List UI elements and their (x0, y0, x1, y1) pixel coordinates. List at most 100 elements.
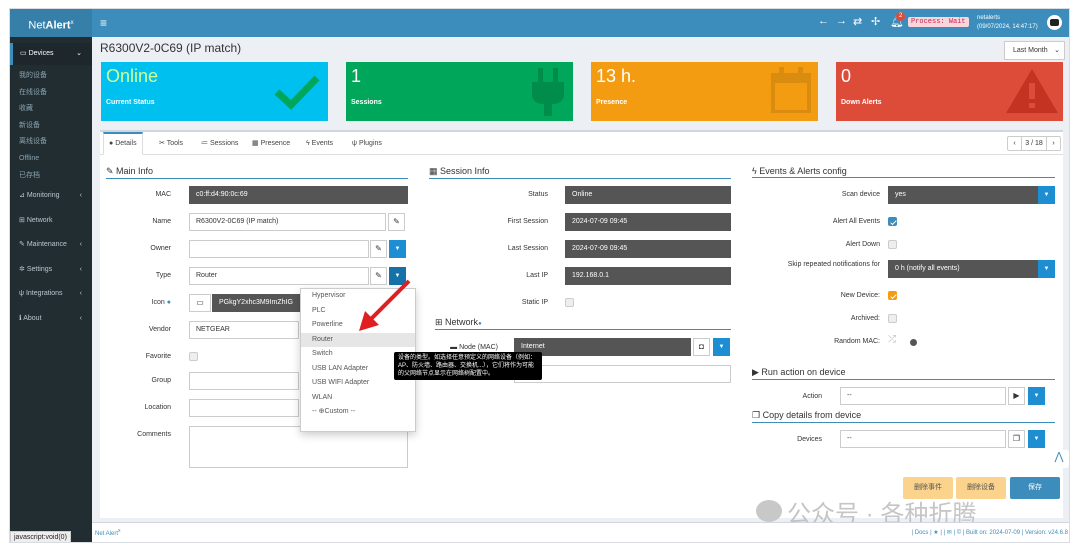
edit-owner-icon[interactable]: ✎ (370, 240, 387, 258)
tile-sessions[interactable]: 1 Sessions (346, 62, 573, 121)
sidebar-item-network[interactable]: ⊞ Network (10, 209, 92, 234)
alert-all-checkbox[interactable] (888, 217, 897, 226)
skip-notifications-dropdown-button[interactable]: ▼ (1038, 260, 1055, 278)
period-select[interactable]: Last Month ⌄ (1004, 41, 1065, 60)
owner-field[interactable] (189, 240, 369, 258)
dropdown-option[interactable]: WLAN (301, 391, 415, 406)
scan-device-dropdown-button[interactable]: ▼ (1038, 186, 1055, 204)
last-ip-field[interactable]: 192.168.0.1 (565, 267, 731, 285)
sidebar-sub-archived[interactable]: 已存档 (10, 168, 92, 185)
sidebar-item-monitoring[interactable]: ⊿ Monitoring ‹ (10, 184, 92, 209)
action-dropdown-button[interactable]: ▼ (1028, 387, 1045, 405)
scroll-top-icon[interactable]: ⋀ (1049, 450, 1069, 468)
copy-devices-dropdown-button[interactable]: ▼ (1028, 430, 1045, 448)
tab-presence[interactable]: ▦ Presence (247, 132, 295, 155)
copy-icon[interactable]: ❐ (1008, 430, 1025, 448)
user-name: netalerts (977, 15, 1001, 21)
copy-devices-field[interactable]: -- (840, 430, 1006, 448)
tile-value: 1 (351, 66, 362, 86)
back-arrow-icon[interactable]: ← (818, 15, 829, 27)
prev-device-button[interactable]: ‹ (1008, 137, 1022, 150)
device-details-panel: ● Details ✂ Tools ≔ Sessions ▦ Presence … (100, 130, 1063, 518)
footer-links[interactable]: | Docs | ★ | | ✉ | © | Built on: 2024-07… (912, 529, 1068, 536)
mac-field[interactable]: c0:ff:d4:90:0c:69 (189, 186, 408, 204)
name-label: Name (152, 218, 171, 225)
sidebar-item-about[interactable]: ℹ About ‹ (10, 307, 92, 332)
move-icon[interactable]: ✢ (871, 15, 880, 28)
mac-label: MAC (155, 191, 171, 198)
group-field[interactable] (189, 372, 299, 390)
play-icon: ▶ (752, 367, 762, 377)
tile-down-alerts[interactable]: 0 Down Alerts (836, 62, 1063, 121)
location-label: Location (144, 404, 171, 411)
process-status: Process: Wait (908, 17, 969, 27)
info-icon[interactable] (910, 339, 917, 346)
sidebar-toggle-icon[interactable]: ≡ (100, 16, 107, 30)
tile-label: Presence (596, 99, 628, 106)
sidebar-item-settings[interactable]: ✲ Settings ‹ (10, 258, 92, 283)
sidebar-item-maintenance[interactable]: ✎ Maintenance ‹ (10, 233, 92, 258)
app-logo[interactable]: NetAlertx (10, 9, 92, 37)
location-field[interactable] (189, 399, 299, 417)
sidebar-item-devices[interactable]: ▭ Devices ⌄ (10, 43, 92, 65)
alert-down-checkbox[interactable] (888, 240, 897, 249)
chevron-left-icon: ‹ (79, 241, 82, 249)
tile-current-status[interactable]: Online Current Status (101, 62, 328, 121)
chevron-left-icon: ‹ (79, 265, 82, 273)
dropdown-option[interactable]: -- ⊕Custom -- (301, 405, 415, 420)
session-info-header: ▦ Session Info (429, 166, 731, 179)
node-edit-icon[interactable]: ◘ (693, 338, 710, 356)
avatar[interactable] (1047, 15, 1062, 30)
shuffle-icon: ⤮ (888, 334, 896, 345)
icon-field[interactable]: PGkgY2xhc3M9ImZhIG (212, 294, 302, 312)
skip-notifications-field[interactable]: 0 h (notify all events) (888, 260, 1038, 278)
node-secondary-field[interactable] (514, 365, 731, 383)
favorite-checkbox[interactable] (189, 352, 198, 361)
alert-all-label: Alert All Events (832, 218, 880, 225)
comments-label: Comments (137, 431, 171, 438)
last-session-field[interactable]: 2024-07-09 09:45 (565, 240, 731, 258)
owner-dropdown-button[interactable]: ▼ (389, 240, 406, 258)
footer-brand[interactable]: Net Alertx (95, 528, 121, 537)
tab-events[interactable]: ϟ Events (301, 132, 338, 155)
sidebar-sub-favorites[interactable]: 收藏 (10, 101, 92, 118)
tab-tools[interactable]: ✂ Tools (154, 132, 188, 155)
tab-plugins[interactable]: ψ Plugins (347, 132, 387, 155)
tile-presence[interactable]: 13 h. Presence (591, 62, 818, 121)
next-device-button[interactable]: › (1046, 137, 1060, 150)
forward-arrow-icon[interactable]: → (836, 15, 847, 27)
calendar-icon: ▦ (252, 140, 261, 147)
save-button[interactable]: 保存 (1010, 477, 1060, 499)
help-icon[interactable]: ● (167, 299, 171, 306)
tab-details[interactable]: ● Details (103, 132, 143, 155)
sidebar-sub-new[interactable]: 新设备 (10, 118, 92, 135)
action-label: Action (802, 393, 822, 400)
node-dropdown-button[interactable]: ▼ (713, 338, 730, 356)
tab-sessions[interactable]: ≔ Sessions (196, 132, 243, 155)
refresh-icon[interactable]: ⇄ (853, 15, 862, 28)
first-session-field[interactable]: 2024-07-09 09:45 (565, 213, 731, 231)
action-field[interactable]: -- (840, 387, 1006, 405)
scan-device-field[interactable]: yes (888, 186, 1038, 204)
run-action-header: ▶ Run action on device (752, 367, 1055, 380)
new-device-label: New Device: (840, 292, 880, 299)
sidebar-sub-down[interactable]: 离线设备 (10, 134, 92, 151)
chevron-left-icon: ‹ (79, 314, 82, 322)
run-action-button[interactable]: ▶ (1008, 387, 1025, 405)
edit-name-icon[interactable]: ✎ (388, 213, 405, 231)
static-ip-checkbox[interactable] (565, 298, 574, 307)
comments-field[interactable] (189, 426, 408, 468)
status-field[interactable]: Online (565, 186, 731, 204)
sidebar-item-integrations[interactable]: ψ Integrations ‹ (10, 282, 92, 307)
sidebar-sub-my-devices[interactable]: 我的设备 (10, 68, 92, 85)
user-info[interactable]: netalerts (09/07/2024, 14:47:17) (977, 14, 1038, 32)
sidebar-sub-online[interactable]: 在线设备 (10, 85, 92, 102)
name-field[interactable]: R6300V2-0C69 (IP match) (189, 213, 386, 231)
vendor-field[interactable]: NETGEAR (189, 321, 299, 339)
sidebar-sub-offline[interactable]: Offline (10, 151, 92, 168)
help-icon[interactable]: ● (478, 321, 482, 327)
plug-icon (532, 68, 564, 116)
archived-checkbox[interactable] (888, 314, 897, 323)
type-field[interactable]: Router (189, 267, 369, 285)
new-device-checkbox[interactable] (888, 291, 897, 300)
